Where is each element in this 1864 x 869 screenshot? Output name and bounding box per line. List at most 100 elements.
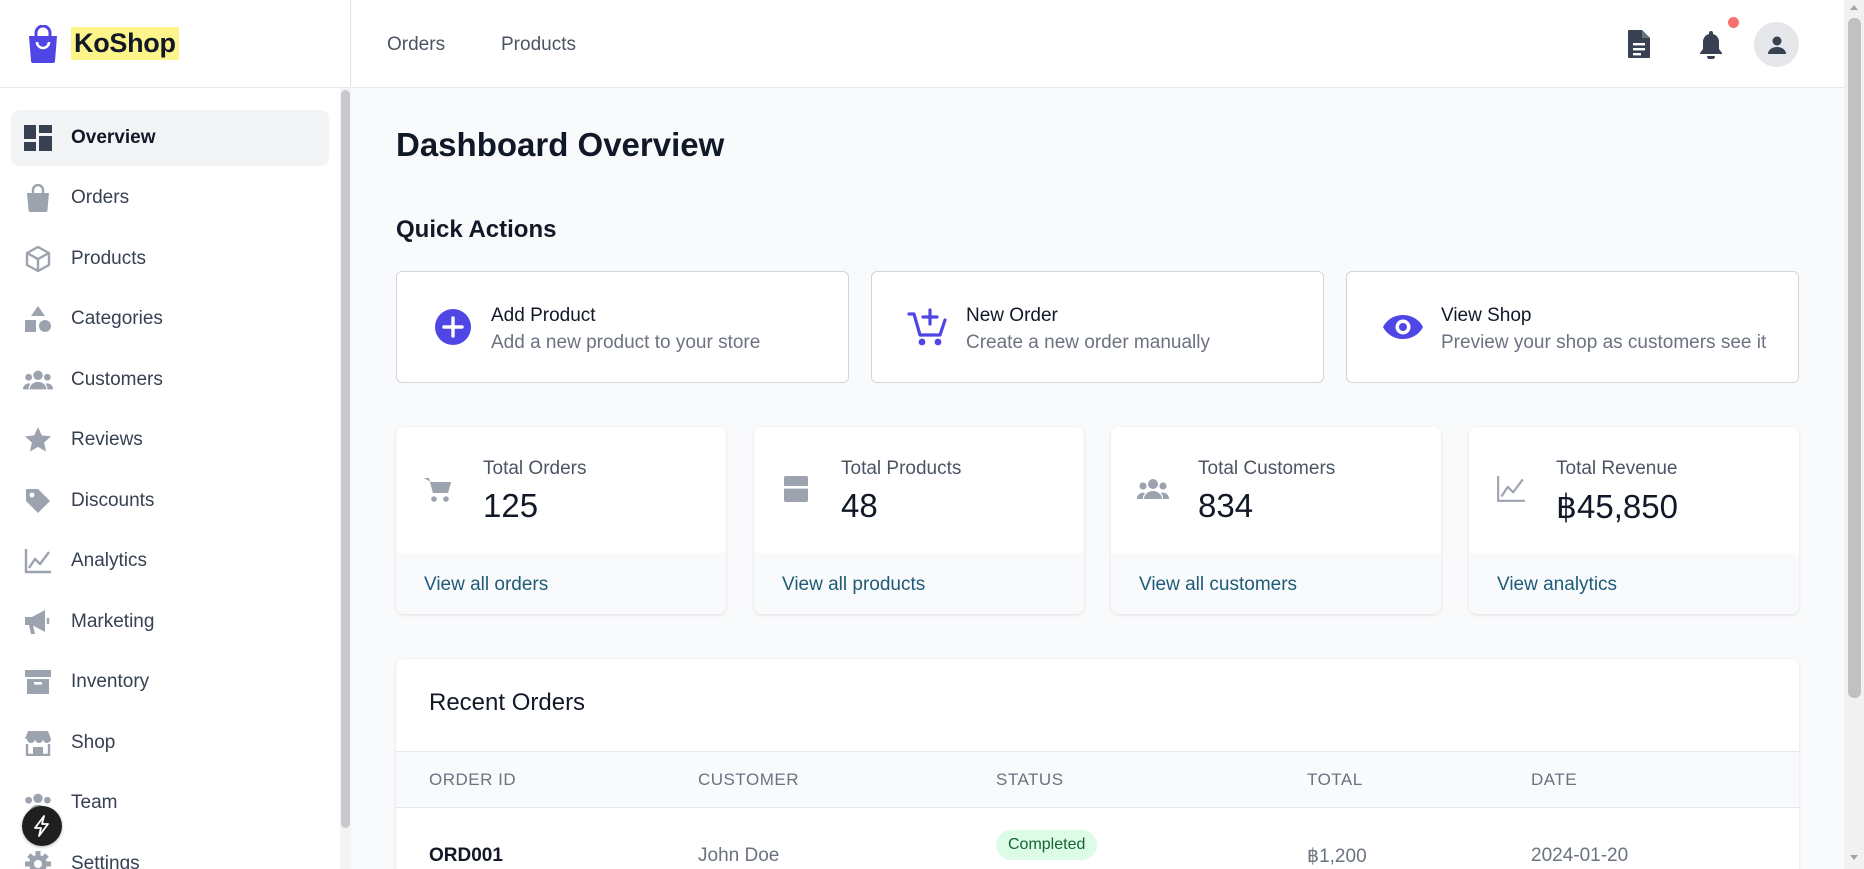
stat-label: Total Customers (1198, 458, 1336, 479)
sidebar-item-label: Analytics (71, 550, 148, 571)
quick-action-desc: Preview your shop as customers see it (1441, 332, 1767, 353)
archive-icon (23, 667, 53, 697)
users-icon (23, 365, 53, 395)
sidebar-item-label: Settings (71, 853, 140, 869)
sidebar-item-shop[interactable]: Shop (11, 715, 329, 771)
quick-action-desc: Add a new product to your store (491, 332, 761, 353)
scroll-up-arrow-icon[interactable] (1850, 5, 1858, 10)
sidebar-item-inventory[interactable]: Inventory (11, 654, 329, 710)
table-header: ORDER ID CUSTOMER STATUS TOTAL DATE (396, 751, 1799, 808)
cart-plus-icon (906, 305, 950, 349)
stat-label: Total Orders (483, 458, 587, 479)
avatar[interactable] (1754, 22, 1799, 67)
product-box-icon (779, 472, 813, 506)
storefront-icon (23, 728, 53, 758)
date-cell: 2024-01-20 (1531, 845, 1629, 866)
stat-card-orders: Total Orders 125 View all orders (396, 427, 726, 614)
sidebar-item-label: Products (71, 248, 146, 269)
quick-action-title: Add Product (491, 305, 596, 326)
stat-value: 48 (841, 487, 878, 524)
users-icon (1136, 472, 1170, 506)
quick-action-new-order[interactable]: New Order Create a new order manually (871, 271, 1324, 383)
recent-orders-title: Recent Orders (429, 689, 586, 716)
column-header-date[interactable]: DATE (1531, 770, 1577, 790)
column-header-status[interactable]: STATUS (996, 770, 1064, 790)
top-header: Orders Products (352, 0, 1844, 88)
sidebar-scrollbar-thumb[interactable] (341, 90, 350, 828)
lightning-bolt-icon (33, 815, 51, 837)
sidebar-item-categories[interactable]: Categories (11, 291, 329, 347)
status-badge: Completed (996, 830, 1098, 860)
header-link-products[interactable]: Products (501, 34, 576, 56)
header-link-orders[interactable]: Orders (387, 34, 445, 56)
sidebar: KoShop Overview Orders Products Categori… (0, 0, 351, 869)
stat-value: 125 (483, 487, 539, 524)
quick-actions-title: Quick Actions (396, 216, 557, 243)
view-analytics-link[interactable]: View analytics (1497, 574, 1617, 596)
sidebar-item-label: Marketing (71, 611, 155, 632)
stat-value: 834 (1198, 487, 1254, 524)
column-header-order-id[interactable]: ORDER ID (429, 770, 516, 790)
bell-icon[interactable] (1694, 27, 1728, 61)
sidebar-item-label: Team (71, 792, 118, 813)
notification-dot (1728, 17, 1739, 28)
shopping-bag-logo-icon (25, 24, 61, 63)
quick-action-bolt-button[interactable] (22, 806, 62, 846)
tag-icon (23, 486, 53, 516)
shopping-bag-icon (23, 183, 53, 213)
quick-action-title: View Shop (1441, 305, 1532, 326)
sidebar-item-overview[interactable]: Overview (11, 110, 329, 166)
view-all-orders-link[interactable]: View all orders (424, 574, 548, 596)
sidebar-item-marketing[interactable]: Marketing (11, 594, 329, 650)
page-scrollbar-thumb[interactable] (1848, 18, 1861, 698)
stat-card-customers: Total Customers 834 View all customers (1111, 427, 1441, 614)
brand-name: KoShop (71, 27, 179, 60)
sidebar-item-products[interactable]: Products (11, 231, 329, 287)
quick-action-add-product[interactable]: Add Product Add a new product to your st… (396, 271, 849, 383)
recent-orders-card: Recent Orders ORDER ID CUSTOMER STATUS T… (396, 659, 1799, 869)
sidebar-item-label: Overview (71, 127, 156, 148)
plus-circle-icon (431, 305, 475, 349)
line-chart-icon (23, 546, 53, 576)
quick-action-view-shop[interactable]: View Shop Preview your shop as customers… (1346, 271, 1799, 383)
sidebar-nav: Overview Orders Products Categories Cust… (0, 88, 338, 869)
stat-label: Total Revenue (1556, 458, 1678, 479)
line-chart-icon (1494, 472, 1528, 506)
stat-value: ฿45,850 (1556, 488, 1678, 525)
eye-icon (1381, 305, 1425, 349)
stat-card-products: Total Products 48 View all products (754, 427, 1084, 614)
sidebar-item-orders[interactable]: Orders (11, 170, 329, 226)
view-all-products-link[interactable]: View all products (782, 574, 925, 596)
box-icon (23, 244, 53, 274)
page-title: Dashboard Overview (396, 126, 725, 163)
page-scrollbar[interactable] (1844, 0, 1864, 869)
order-id-cell[interactable]: ORD001 (429, 845, 503, 867)
star-icon (23, 425, 53, 455)
sidebar-item-label: Categories (71, 308, 163, 329)
dashboard-icon (23, 123, 53, 153)
column-header-customer[interactable]: CUSTOMER (698, 770, 799, 790)
scroll-down-arrow-icon[interactable] (1850, 855, 1858, 860)
sidebar-item-label: Customers (71, 369, 163, 390)
column-header-total[interactable]: TOTAL (1307, 770, 1363, 790)
brand[interactable]: KoShop (0, 0, 350, 88)
sidebar-item-settings[interactable]: Settings (11, 836, 329, 869)
sidebar-item-label: Reviews (71, 429, 143, 450)
sidebar-item-label: Orders (71, 187, 130, 208)
shapes-icon (23, 304, 53, 334)
megaphone-icon (23, 607, 53, 637)
sidebar-scrollbar[interactable] (340, 88, 351, 869)
sidebar-item-reviews[interactable]: Reviews (11, 412, 329, 468)
user-icon (1767, 35, 1787, 55)
quick-action-title: New Order (966, 305, 1058, 326)
total-cell: ฿1,200 (1307, 846, 1367, 867)
sidebar-item-customers[interactable]: Customers (11, 352, 329, 408)
quick-action-desc: Create a new order manually (966, 332, 1210, 353)
sidebar-item-label: Inventory (71, 671, 150, 692)
sidebar-item-analytics[interactable]: Analytics (11, 533, 329, 589)
customer-cell: John Doe (698, 845, 780, 866)
sidebar-item-discounts[interactable]: Discounts (11, 473, 329, 529)
view-all-customers-link[interactable]: View all customers (1139, 574, 1297, 596)
document-icon[interactable] (1622, 27, 1656, 61)
stat-label: Total Products (841, 458, 962, 479)
